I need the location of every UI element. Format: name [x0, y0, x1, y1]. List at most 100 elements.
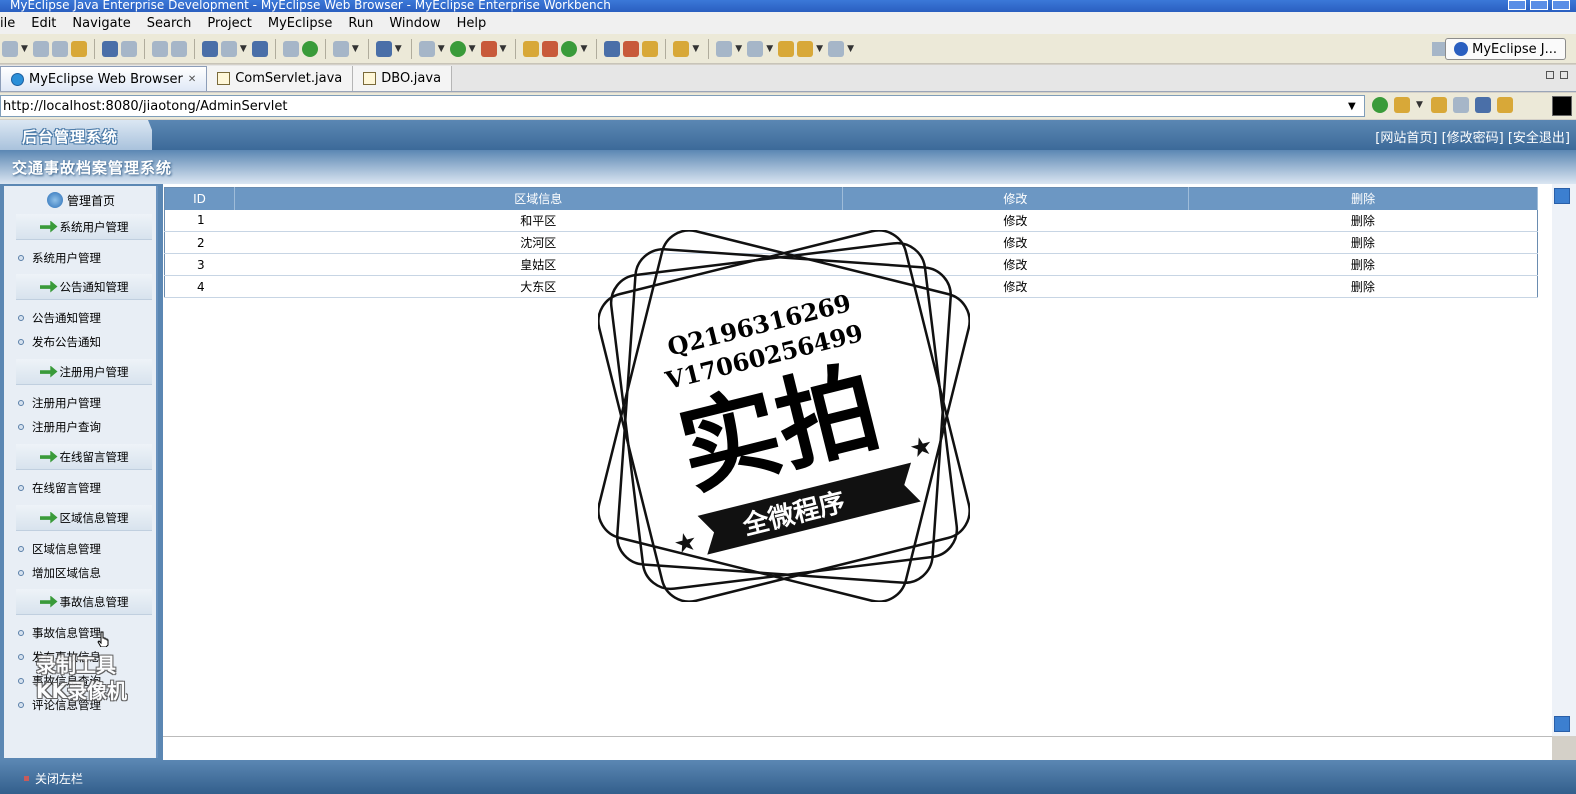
deploy-icon[interactable] [101, 40, 118, 57]
sidebar-item-system-users[interactable]: 系统用户管理 [18, 250, 101, 266]
export-dropdown-icon[interactable]: ▼ [240, 44, 247, 54]
tab-dbo[interactable]: DBO.java [353, 66, 453, 91]
vertical-scrollbar[interactable] [1552, 184, 1576, 736]
delete-link[interactable]: 删除 [1188, 231, 1538, 254]
sidebar-group-notices[interactable]: 公告通知管理 [16, 274, 152, 300]
wizard-icon[interactable] [151, 40, 168, 57]
sidebar-item-accidents[interactable]: 事故信息管理 [18, 625, 101, 641]
go-icon[interactable] [1372, 97, 1388, 113]
save-all-icon[interactable] [51, 40, 68, 57]
sidebar-group-system-users[interactable]: 系统用户管理 [16, 214, 152, 240]
back-dropdown-icon[interactable]: ▼ [816, 44, 823, 54]
minimize-button[interactable] [1508, 0, 1526, 10]
sidebar-item-registered-users[interactable]: 注册用户管理 [18, 395, 101, 411]
save-icon[interactable] [32, 40, 49, 57]
refresh-page-icon[interactable] [1496, 97, 1513, 113]
menu-search[interactable]: Search [139, 16, 200, 31]
bookmark-icon[interactable] [642, 40, 659, 57]
browser-forward-icon[interactable] [1452, 97, 1469, 113]
sidebar-item-messages[interactable]: 在线留言管理 [18, 480, 101, 496]
external-tools-icon[interactable] [480, 40, 497, 57]
menu-edit[interactable]: Edit [23, 16, 64, 31]
globe-icon[interactable] [251, 40, 268, 57]
delete-link[interactable]: 删除 [1188, 275, 1538, 298]
url-input[interactable] [0, 95, 1365, 117]
minimize-view-icon[interactable] [1546, 71, 1554, 79]
menu-run[interactable]: Run [340, 16, 381, 31]
menu-navigate[interactable]: Navigate [64, 16, 138, 31]
new-icon[interactable] [2, 40, 18, 57]
export-icon[interactable] [220, 40, 237, 57]
camera-icon[interactable] [332, 40, 349, 57]
debug-icon[interactable] [418, 40, 435, 57]
delete-link[interactable]: 删除 [1188, 253, 1538, 276]
menu-help[interactable]: Help [449, 16, 495, 31]
maximize-button[interactable] [1530, 0, 1548, 10]
package-icon[interactable] [70, 40, 87, 57]
console-icon[interactable] [1552, 96, 1572, 116]
open-perspective-icon[interactable] [1432, 42, 1446, 56]
edit-link[interactable]: 修改 [842, 209, 1189, 232]
new-package-icon[interactable] [542, 40, 559, 57]
run-icon[interactable] [449, 40, 466, 57]
menu-file[interactable]: ile [0, 16, 23, 31]
forward-icon[interactable] [828, 40, 845, 57]
next-annotation-icon[interactable] [716, 40, 733, 57]
sidebar-group-registered-users[interactable]: 注册用户管理 [16, 359, 152, 385]
stop-icon[interactable] [1474, 97, 1491, 113]
gear-icon[interactable] [282, 40, 299, 57]
sidebar-home[interactable]: 管理首页 [4, 188, 158, 212]
camera-dropdown-icon[interactable]: ▼ [352, 44, 359, 54]
sidebar-item-areas[interactable]: 区域信息管理 [18, 541, 101, 557]
sidebar-item-label: 注册用户查询 [32, 420, 101, 434]
sidebar-item-publish-notice[interactable]: 发布公告通知 [18, 334, 101, 350]
next-annotation-dropdown-icon[interactable]: ▼ [735, 44, 742, 54]
close-sidebar-button[interactable]: 关闭左栏 [24, 770, 83, 787]
menu-window[interactable]: Window [381, 16, 448, 31]
sidebar-group-areas[interactable]: 区域信息管理 [16, 505, 152, 531]
back-icon[interactable] [797, 40, 814, 57]
maximize-view-icon[interactable] [1560, 71, 1568, 79]
menu-myeclipse[interactable]: MyEclipse [260, 16, 341, 31]
sidebar-group-accidents[interactable]: 事故信息管理 [16, 589, 152, 615]
browser-settings-icon[interactable] [1394, 97, 1410, 113]
new-dropdown-icon[interactable]: ▼ [21, 44, 28, 54]
header-links[interactable]: [网站首页] [修改密码] [安全退出] [1375, 127, 1570, 146]
server-icon[interactable] [120, 40, 137, 57]
sidebar-item-user-query[interactable]: 注册用户查询 [18, 419, 101, 435]
menu-project[interactable]: Project [199, 16, 259, 31]
pin-icon[interactable] [623, 40, 640, 57]
open-task-icon[interactable] [604, 40, 621, 57]
close-icon[interactable]: ✕ [188, 74, 196, 85]
tab-web-browser[interactable]: MyEclipse Web Browser ✕ [0, 66, 208, 91]
delete-link[interactable]: 删除 [1188, 209, 1538, 232]
sidebar-item-notices[interactable]: 公告通知管理 [18, 310, 101, 326]
sidebar-item-add-area[interactable]: 增加区域信息 [18, 565, 101, 581]
search-wizard-icon[interactable] [170, 40, 187, 57]
refresh-icon[interactable] [561, 40, 578, 57]
browser-settings-dropdown-icon[interactable]: ▼ [1416, 100, 1423, 110]
open-type-dropdown-icon[interactable]: ▼ [395, 44, 402, 54]
folder-dropdown-icon[interactable]: ▼ [692, 44, 699, 54]
run-dropdown-icon[interactable]: ▼ [469, 44, 476, 54]
project-deploy-icon[interactable] [201, 40, 218, 57]
external-tools-dropdown-icon[interactable]: ▼ [500, 44, 507, 54]
tab-comservlet[interactable]: ComServlet.java [207, 66, 354, 91]
previous-annotation-icon[interactable] [747, 40, 764, 57]
refresh-dropdown-icon[interactable]: ▼ [580, 44, 587, 54]
close-window-button[interactable] [1552, 0, 1570, 10]
new-class-icon[interactable] [523, 40, 540, 57]
scroll-down-button[interactable] [1554, 716, 1570, 732]
folder-icon[interactable] [673, 40, 690, 57]
last-edit-icon[interactable] [778, 40, 795, 57]
url-history-dropdown-icon[interactable]: ▼ [1348, 101, 1356, 112]
browser-back-icon[interactable] [1430, 97, 1447, 113]
open-type-icon[interactable] [375, 40, 392, 57]
sidebar-group-messages[interactable]: 在线留言管理 [16, 444, 152, 470]
add-server-icon[interactable] [301, 40, 318, 57]
perspective-switcher[interactable]: MyEclipse J... [1445, 38, 1566, 60]
scroll-up-button[interactable] [1554, 188, 1570, 204]
forward-dropdown-icon[interactable]: ▼ [847, 44, 854, 54]
debug-dropdown-icon[interactable]: ▼ [438, 44, 445, 54]
previous-annotation-dropdown-icon[interactable]: ▼ [766, 44, 773, 54]
